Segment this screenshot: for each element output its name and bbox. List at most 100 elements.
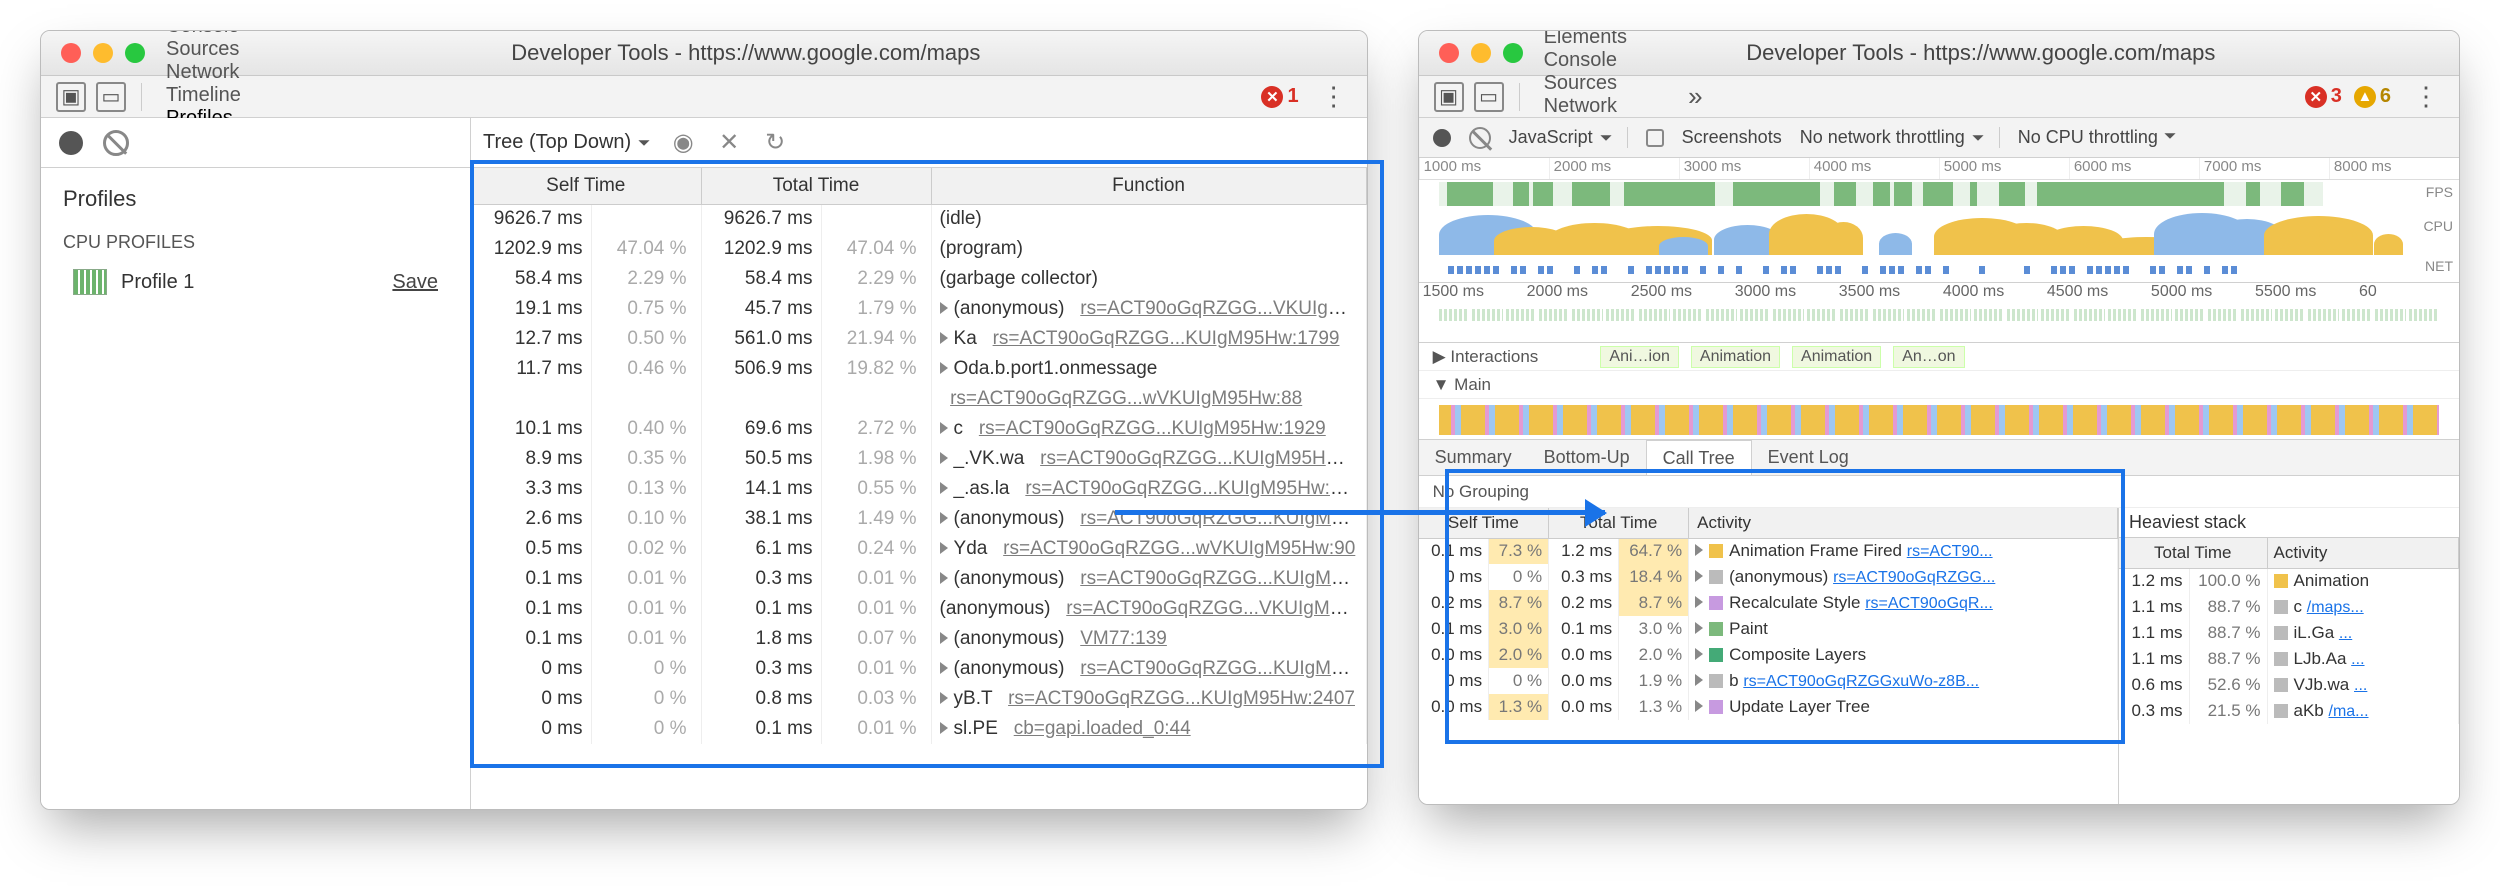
table-row[interactable]: 0.1 ms0.01 %0.3 ms0.01 %(anonymous) rs=A…: [471, 564, 1366, 594]
source-link[interactable]: ...: [2339, 625, 2352, 642]
record-icon[interactable]: [1433, 129, 1451, 147]
calltree-row[interactable]: 0 ms0 %0.0 ms1.9 %b rs=ACT90oGqRZGGxuWo-…: [1419, 668, 2118, 694]
table-row[interactable]: 1202.9 ms47.04 %1202.9 ms47.04 %(program…: [471, 234, 1366, 264]
overview-strip[interactable]: 1000 ms2000 ms3000 ms4000 ms5000 ms6000 …: [1419, 158, 2459, 283]
source-link[interactable]: rs=ACT90oGqRZGG...wVKUIgM95Hw:90: [1003, 538, 1355, 559]
source-link[interactable]: /ma...: [2329, 703, 2369, 720]
warning-count[interactable]: ▲6: [2354, 85, 2391, 108]
minimize-icon[interactable]: [93, 43, 113, 63]
device-icon[interactable]: ▭: [96, 82, 126, 112]
source-link[interactable]: /maps...: [2307, 599, 2364, 616]
table-row[interactable]: 3.3 ms0.13 %14.1 ms0.55 %_.as.la rs=ACT9…: [471, 474, 1366, 504]
source-link[interactable]: rs=ACT90oGqRZGG...: [1833, 569, 1995, 586]
screenshots-checkbox[interactable]: [1646, 129, 1664, 147]
filter-dropdown[interactable]: JavaScript: [1509, 127, 1628, 148]
clear-icon[interactable]: [103, 130, 129, 156]
source-link[interactable]: rs=ACT90oGqRZGG...KUIgM95Hw:2407: [1008, 688, 1355, 709]
heavystack-row[interactable]: 0.3 ms21.5 %aKb /ma...: [2119, 698, 2459, 724]
tab-console[interactable]: Console: [152, 30, 278, 38]
track-interactions[interactable]: ▶ Interactions Ani…ionAnimationAnimation…: [1419, 343, 2459, 371]
refresh-icon[interactable]: ↻: [761, 129, 789, 157]
source-link[interactable]: rs=ACT90oGqR...: [1865, 595, 1993, 612]
source-link[interactable]: rs=ACT90oGqRZGG...VKUIgM95Hw:126: [1080, 298, 1366, 319]
tab-network[interactable]: Network: [1530, 95, 1673, 118]
animation-span[interactable]: Animation: [1792, 346, 1881, 368]
focus-icon[interactable]: ◉: [669, 129, 697, 157]
table-row[interactable]: 0 ms0 %0.8 ms0.03 %yB.T rs=ACT90oGqRZGG.…: [471, 684, 1366, 714]
col-selftime[interactable]: Self Time: [471, 168, 701, 204]
source-link[interactable]: rs=ACT90oGqRZGG...KUIgM95Hw:2408: [1080, 658, 1366, 679]
col-totaltime[interactable]: Total Time: [701, 168, 931, 204]
grouping-dropdown[interactable]: No Grouping: [1419, 476, 2459, 508]
table-row[interactable]: 10.1 ms0.40 %69.6 ms2.72 %c rs=ACT90oGqR…: [471, 414, 1366, 444]
table-row[interactable]: rs=ACT90oGqRZGG...wVKUIgM95Hw:88: [471, 384, 1366, 414]
bottom-tab-event-log[interactable]: Event Log: [1752, 440, 1865, 475]
flame-chart[interactable]: [1419, 399, 2459, 439]
calltree-row[interactable]: 0 ms0 %0.3 ms18.4 %(anonymous) rs=ACT90o…: [1419, 564, 2118, 590]
source-link[interactable]: cb=gapi.loaded_0:44: [1014, 718, 1191, 739]
error-count[interactable]: ✕3: [2305, 85, 2342, 108]
animation-span[interactable]: Ani…ion: [1600, 346, 1678, 368]
table-row[interactable]: 8.9 ms0.35 %50.5 ms1.98 %_.VK.wa rs=ACT9…: [471, 444, 1366, 474]
network-throttle-dropdown[interactable]: No network throttling: [1800, 127, 2000, 148]
source-link[interactable]: rs=ACT90oGqRZGG...KUIgM95Hw:1176: [1080, 568, 1366, 589]
close-icon[interactable]: [1439, 43, 1459, 63]
table-row[interactable]: 19.1 ms0.75 %45.7 ms1.79 %(anonymous) rs…: [471, 294, 1366, 324]
source-link[interactable]: rs=ACT90oGqRZGG...VKUIgM95Hw:679: [1066, 598, 1366, 619]
source-link[interactable]: rs=ACT90...: [1907, 543, 1993, 560]
source-link[interactable]: ...: [2354, 677, 2367, 694]
table-row[interactable]: 0.1 ms0.01 %0.1 ms0.01 %(anonymous) rs=A…: [471, 594, 1366, 624]
zoom-icon[interactable]: [125, 43, 145, 63]
view-mode-dropdown[interactable]: Tree (Top Down): [483, 131, 651, 154]
heavystack-row[interactable]: 1.1 ms88.7 %iL.Ga ...: [2119, 620, 2459, 646]
table-row[interactable]: 0.1 ms0.01 %1.8 ms0.07 %(anonymous) VM77…: [471, 624, 1366, 654]
table-row[interactable]: 2.6 ms0.10 %38.1 ms1.49 %(anonymous) rs=…: [471, 504, 1366, 534]
heavystack-row[interactable]: 1.1 ms88.7 %LJb.Aa ...: [2119, 646, 2459, 672]
calltree-row[interactable]: 0.1 ms3.0 %0.1 ms3.0 %Paint: [1419, 616, 2118, 642]
heavystack-row[interactable]: 1.1 ms88.7 %c /maps...: [2119, 594, 2459, 620]
zoom-icon[interactable]: [1503, 43, 1523, 63]
table-row[interactable]: 11.7 ms0.46 %506.9 ms19.82 %Oda.b.port1.…: [471, 354, 1366, 384]
tab-sources[interactable]: Sources: [1530, 72, 1673, 95]
tab-console[interactable]: Console: [1530, 49, 1673, 72]
calltree-row[interactable]: 0.0 ms2.0 %0.0 ms2.0 %Composite Layers: [1419, 642, 2118, 668]
heavystack-row[interactable]: 1.2 ms100.0 %Animation: [2119, 568, 2459, 594]
track-main[interactable]: ▼ Main: [1419, 371, 2459, 399]
source-link[interactable]: VM77:139: [1080, 628, 1167, 649]
source-link[interactable]: rs=ACT90oGqRZGG...KUIgM95Hw:1799: [993, 328, 1340, 349]
animation-span[interactable]: An…on: [1893, 346, 1964, 368]
source-link[interactable]: ...: [2351, 651, 2364, 668]
tab-network[interactable]: Network: [152, 61, 278, 84]
inspect-icon[interactable]: ▣: [1434, 82, 1464, 112]
table-row[interactable]: 0.5 ms0.02 %6.1 ms0.24 %Yda rs=ACT90oGqR…: [471, 534, 1366, 564]
error-count[interactable]: ✕1: [1261, 85, 1298, 108]
source-link[interactable]: rs=ACT90oGqRZGG...KUIgM95Hw:1929: [979, 418, 1326, 439]
close-icon[interactable]: [61, 43, 81, 63]
overflow-icon[interactable]: »: [1678, 81, 1712, 112]
inspect-icon[interactable]: ▣: [56, 82, 86, 112]
bottom-tab-call-tree[interactable]: Call Tree: [1646, 440, 1752, 475]
delete-icon[interactable]: ✕: [715, 129, 743, 157]
calltree-row[interactable]: 0.0 ms1.3 %0.0 ms1.3 %Update Layer Tree: [1419, 694, 2118, 720]
more-icon[interactable]: ⋮: [2403, 81, 2449, 112]
timeline-ruler[interactable]: 1500 ms2000 ms2500 ms3000 ms3500 ms4000 …: [1419, 283, 2459, 343]
table-row[interactable]: 9626.7 ms9626.7 ms(idle): [471, 204, 1366, 234]
bottom-tab-summary[interactable]: Summary: [1419, 440, 1528, 475]
minimize-icon[interactable]: [1471, 43, 1491, 63]
table-row[interactable]: 0 ms0 %0.3 ms0.01 %(anonymous) rs=ACT90o…: [471, 654, 1366, 684]
source-link[interactable]: rs=ACT90oGqRZGG...wVKUIgM95Hw:88: [950, 388, 1302, 409]
animation-span[interactable]: Animation: [1691, 346, 1780, 368]
calltree-row[interactable]: 0.1 ms7.3 %1.2 ms64.7 %Animation Frame F…: [1419, 538, 2118, 564]
source-link[interactable]: rs=ACT90oGqRZGGxuWo-z8B...: [1743, 673, 1979, 690]
col-function[interactable]: Function: [931, 168, 1366, 204]
device-icon[interactable]: ▭: [1474, 82, 1504, 112]
calltree-row[interactable]: 0.2 ms8.7 %0.2 ms8.7 %Recalculate Style …: [1419, 590, 2118, 616]
bottom-tab-bottom-up[interactable]: Bottom-Up: [1528, 440, 1646, 475]
more-icon[interactable]: ⋮: [1311, 81, 1357, 112]
source-link[interactable]: rs=ACT90oGqRZGG...KUIgM95Hw:1483: [1025, 478, 1366, 499]
table-row[interactable]: 12.7 ms0.50 %561.0 ms21.94 %Ka rs=ACT90o…: [471, 324, 1366, 354]
source-link[interactable]: rs=ACT90oGqRZGG...KUIgM95Hw:1662: [1040, 448, 1366, 469]
table-row[interactable]: 58.4 ms2.29 %58.4 ms2.29 %(garbage colle…: [471, 264, 1366, 294]
tab-elements[interactable]: Elements: [1530, 30, 1673, 49]
table-row[interactable]: 0 ms0 %0.1 ms0.01 %sl.PE cb=gapi.loaded_…: [471, 714, 1366, 744]
